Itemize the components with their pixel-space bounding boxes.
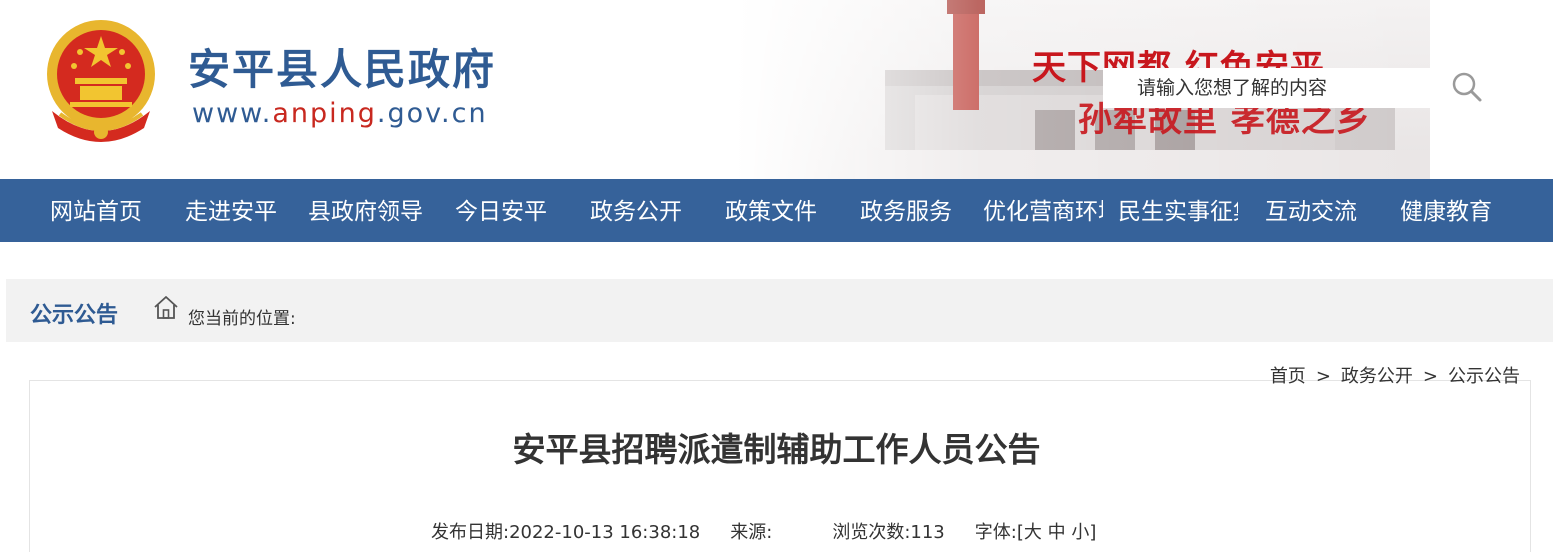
location-bar: 公示公告 您当前的位置: <box>6 279 1553 342</box>
breadcrumb-notices[interactable]: 公示公告 <box>1448 366 1520 387</box>
site-title[interactable]: 安平县人民政府 <box>188 36 496 97</box>
views-label: 浏览次数: <box>832 522 911 543</box>
site-url[interactable]: www.anping.gov.cn <box>192 98 488 129</box>
font-size-medium[interactable]: 中 <box>1048 522 1066 543</box>
site-url-accent: anping <box>272 98 377 129</box>
nav-item-livelihood[interactable]: 民生实事征集 <box>1118 179 1238 242</box>
nav-item-services[interactable]: 政务服务 <box>860 179 960 242</box>
nav-item-today[interactable]: 今日安平 <box>455 179 555 242</box>
breadcrumb-home[interactable]: 首页 <box>1270 366 1306 387</box>
nav-item-home[interactable]: 网站首页 <box>50 179 150 242</box>
font-size-small[interactable]: 小 <box>1071 522 1089 543</box>
breadcrumb-separator: > <box>1422 366 1438 387</box>
nav-item-health[interactable]: 健康教育 <box>1400 179 1500 242</box>
search-icon <box>1452 72 1482 102</box>
nav-item-policy[interactable]: 政策文件 <box>725 179 825 242</box>
publish-date-label: 发布日期: <box>431 522 510 543</box>
nav-item-interaction[interactable]: 互动交流 <box>1265 179 1365 242</box>
section-title: 公示公告 <box>30 303 119 328</box>
breadcrumb: 首页 > 政务公开 > 公示公告 <box>1270 362 1520 388</box>
nav-item-leaders[interactable]: 县政府领导 <box>308 179 433 242</box>
national-emblem-icon <box>40 16 162 146</box>
views-value: 113 <box>910 522 945 543</box>
publish-date-value: 2022-10-13 16:38:18 <box>509 522 701 543</box>
font-size-label: 字体: <box>974 522 1017 543</box>
search-button[interactable] <box>1450 70 1484 104</box>
location-label: 您当前的位置: <box>188 309 296 329</box>
nav-item-business-env[interactable]: 优化营商环境 <box>983 179 1103 242</box>
article-title: 安平县招聘派遣制辅助工作人员公告 <box>512 430 1041 469</box>
font-size-large[interactable]: 大 <box>1024 522 1042 543</box>
search-box <box>1103 68 1430 108</box>
site-url-prefix: www. <box>192 98 273 129</box>
source-label: 来源: <box>730 522 773 543</box>
breadcrumb-separator: > <box>1315 366 1331 387</box>
article-meta: 发布日期:2022-10-13 16:38:18 来源: 浏览次数:113 字体:[大… <box>431 518 1096 544</box>
home-icon[interactable] <box>152 293 180 321</box>
main-nav: 网站首页 走进安平 县政府领导 今日安平 政务公开 政策文件 政务服务 优化营商… <box>0 179 1553 242</box>
site-url-suffix: .gov.cn <box>376 98 488 129</box>
breadcrumb-gov-affairs[interactable]: 政务公开 <box>1341 366 1413 387</box>
search-input[interactable] <box>1103 68 1430 108</box>
font-size-bracket-open: [ <box>1016 522 1024 543</box>
font-size-bracket-close: ] <box>1089 522 1097 543</box>
nav-item-gov-affairs[interactable]: 政务公开 <box>590 179 690 242</box>
nav-item-about[interactable]: 走进安平 <box>185 179 285 242</box>
